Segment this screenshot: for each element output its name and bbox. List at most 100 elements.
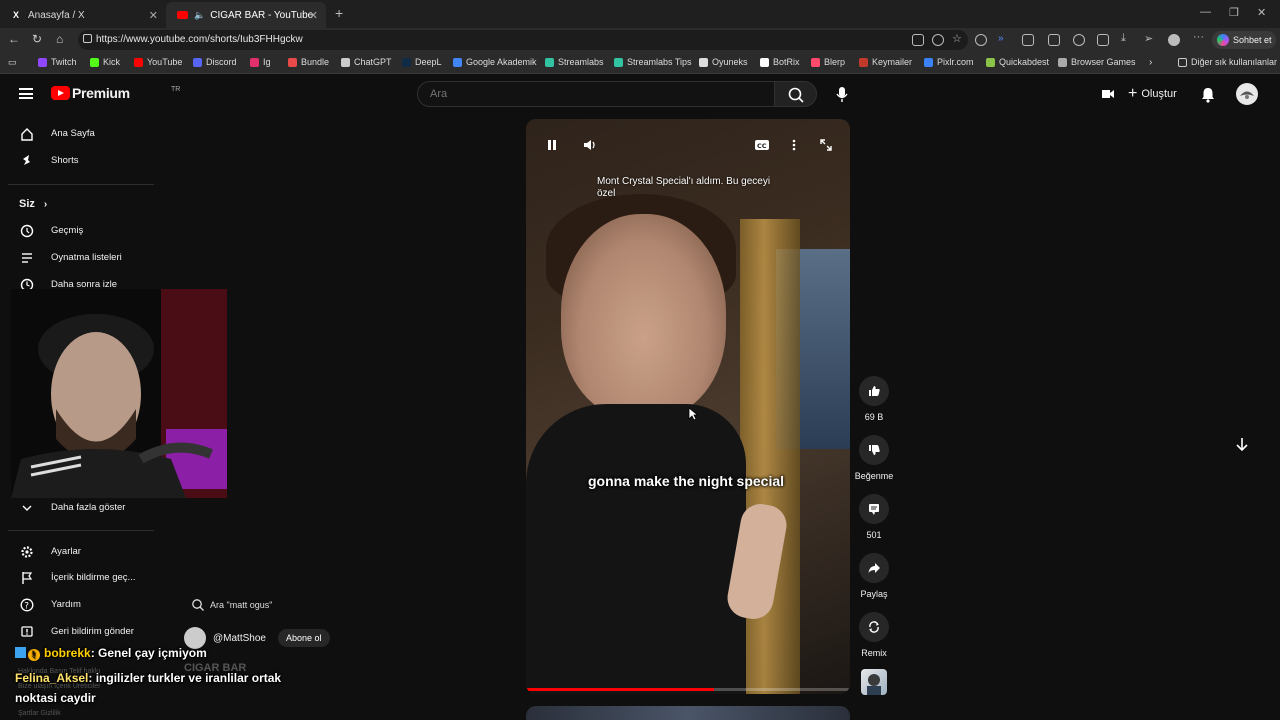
channel-name[interactable]: @MattShoe bbox=[213, 633, 266, 644]
fullscreen-button[interactable] bbox=[816, 135, 836, 155]
favorite-star-icon[interactable]: ☆ bbox=[952, 32, 964, 45]
sidebar-item-playlists[interactable]: Oynatma listeleri bbox=[0, 246, 155, 270]
refresh-icon[interactable]: ↻ bbox=[32, 32, 42, 46]
favorites-icon[interactable] bbox=[1073, 34, 1085, 46]
search-input[interactable] bbox=[430, 88, 750, 100]
sound-channel-thumbnail[interactable] bbox=[861, 669, 887, 695]
sidebar-item-settings[interactable]: Ayarlar bbox=[0, 540, 155, 564]
download-icon[interactable]: ⤓ bbox=[1121, 32, 1133, 44]
other-bookmarks-folder[interactable]: Diğer sık kullanılanlar bbox=[1178, 57, 1277, 67]
app-icon[interactable] bbox=[912, 34, 924, 46]
sidebar-toggle-icon[interactable]: ▭ bbox=[8, 57, 17, 68]
search-suggestion[interactable]: Ara "matt ogus" bbox=[191, 598, 272, 612]
subscribe-button[interactable]: Abone ol bbox=[277, 629, 330, 647]
more-bookmarks-icon[interactable]: › bbox=[1149, 57, 1152, 68]
sidebar-show-more[interactable]: Daha fazla göster bbox=[0, 496, 155, 520]
svg-text:?: ? bbox=[24, 602, 29, 612]
create-button[interactable]: + Oluştur bbox=[1128, 84, 1177, 104]
more-options-button[interactable] bbox=[784, 135, 804, 155]
bookmark-google-akademik[interactable]: Google Akademik bbox=[453, 57, 537, 67]
bookmark-botrix[interactable]: BotRix bbox=[760, 57, 800, 67]
url-text[interactable]: https://www.youtube.com/shorts/Iub3FHHgc… bbox=[96, 34, 303, 45]
notifications-bell-icon[interactable] bbox=[1200, 86, 1216, 103]
profile-icon[interactable] bbox=[1168, 34, 1180, 46]
back-icon[interactable]: ← bbox=[8, 32, 20, 46]
captions-button[interactable]: CC bbox=[752, 135, 772, 155]
bookmark-ig[interactable]: Ig bbox=[250, 57, 271, 67]
bookmark-label: Discord bbox=[206, 57, 237, 67]
remix-button[interactable]: Remix bbox=[854, 612, 894, 658]
extension-icon[interactable]: » bbox=[998, 33, 1010, 45]
sidebar-item-home[interactable]: Ana Sayfa bbox=[0, 122, 155, 146]
shorts-video-player[interactable]: CC Mont Crystal Special'ı aldım. Bu gece… bbox=[526, 119, 850, 694]
tab-x-home[interactable]: X Anasayfa / X ✕ bbox=[0, 2, 166, 28]
sidebar-item-label: Ana Sayfa bbox=[51, 128, 95, 139]
pause-button[interactable] bbox=[542, 135, 562, 155]
next-video-arrow-down-icon[interactable] bbox=[1234, 436, 1250, 452]
sidebar-item-label: Geri bildirim gönder bbox=[51, 626, 134, 637]
bookmark-bundle[interactable]: Bundle bbox=[288, 57, 329, 67]
close-window-icon[interactable]: ✕ bbox=[1257, 6, 1266, 19]
bookmark-youtube[interactable]: YouTube bbox=[134, 57, 182, 67]
sidebar-item-feedback[interactable]: Geri bildirim gönder bbox=[0, 620, 155, 644]
tab-youtube-active[interactable]: 🔈 CIGAR BAR - YouTube ✕ bbox=[166, 2, 326, 28]
tracking-icon[interactable] bbox=[932, 34, 944, 46]
speaker-icon[interactable]: 🔈 bbox=[194, 10, 205, 21]
bookmark-keymailer[interactable]: Keymailer bbox=[859, 57, 912, 67]
new-tab-button[interactable]: + bbox=[335, 5, 343, 21]
youtube-play-logo-icon bbox=[51, 86, 70, 100]
dislike-button[interactable]: Beğenme bbox=[854, 435, 894, 481]
site-info-icon[interactable] bbox=[83, 34, 92, 43]
youtube-premium-logo[interactable]: Premium TR bbox=[51, 85, 180, 101]
divider bbox=[8, 184, 154, 185]
sidebar-item-help[interactable]: ? Yardım bbox=[0, 593, 155, 617]
minimize-icon[interactable]: — bbox=[1200, 6, 1211, 18]
bookmark-discord[interactable]: Discord bbox=[193, 57, 237, 67]
you-section-header[interactable]: Siz › bbox=[19, 198, 47, 210]
bookmark-streamlabs-tips[interactable]: Streamlabs Tips bbox=[614, 57, 692, 67]
bookmark-quickabdest[interactable]: Quickabdest bbox=[986, 57, 1049, 67]
split-screen-icon[interactable] bbox=[1048, 34, 1060, 46]
like-button[interactable]: 69 B bbox=[854, 376, 894, 422]
bookmark-kick[interactable]: Kick bbox=[90, 57, 120, 67]
sidebar-item-history[interactable]: Geçmiş bbox=[0, 219, 155, 243]
search-button[interactable] bbox=[774, 81, 817, 107]
close-tab-icon[interactable]: ✕ bbox=[309, 9, 318, 22]
copilot-chat-button[interactable]: Sohbet et bbox=[1212, 31, 1276, 49]
share-button[interactable]: Paylaş bbox=[854, 553, 894, 599]
search-box[interactable] bbox=[417, 81, 775, 107]
video-progress-bar[interactable] bbox=[526, 688, 850, 691]
bookmark-twitch[interactable]: Twitch bbox=[38, 57, 77, 67]
bookmark-oyuneks[interactable]: Oyuneks bbox=[699, 57, 748, 67]
bookmark-pixlr-com[interactable]: Pixlr.com bbox=[924, 57, 974, 67]
bookmark-chatgpt[interactable]: ChatGPT bbox=[341, 57, 392, 67]
extensions-icon[interactable] bbox=[1022, 34, 1034, 46]
collections-icon[interactable] bbox=[1097, 34, 1109, 46]
bookmark-streamlabs[interactable]: Streamlabs bbox=[545, 57, 604, 67]
maximize-icon[interactable]: ❐ bbox=[1229, 6, 1239, 19]
video-camera-icon[interactable] bbox=[1100, 87, 1116, 101]
channel-thumbnail-image bbox=[867, 674, 881, 695]
close-tab-icon[interactable]: ✕ bbox=[149, 9, 158, 22]
video-scene bbox=[561, 214, 726, 419]
voice-search-button[interactable] bbox=[830, 82, 854, 106]
account-avatar[interactable] bbox=[1236, 83, 1258, 105]
bookmark-label: Streamlabs bbox=[558, 57, 604, 67]
footer-links[interactable]: Şartlar Gizlilik bbox=[18, 710, 61, 717]
bookmark-blerp[interactable]: Blerp bbox=[811, 57, 845, 67]
url-bar[interactable]: https://www.youtube.com/shorts/Iub3FHHgc… bbox=[78, 30, 968, 50]
home-icon[interactable]: ⌂ bbox=[56, 32, 63, 46]
more-menu-icon[interactable]: ··· bbox=[1193, 31, 1205, 43]
next-short-preview[interactable] bbox=[526, 706, 850, 720]
comments-button[interactable]: 501 bbox=[854, 494, 894, 540]
menu-icon[interactable] bbox=[19, 88, 33, 99]
volume-button[interactable] bbox=[579, 135, 599, 155]
sidebar-item-shorts[interactable]: Shorts bbox=[0, 149, 155, 173]
bookmark-browser-games[interactable]: Browser Games bbox=[1058, 57, 1136, 67]
share-page-icon[interactable]: ➢ bbox=[1144, 32, 1156, 45]
extension-icon[interactable] bbox=[975, 34, 987, 46]
history-icon bbox=[20, 224, 34, 238]
bookmark-deepl[interactable]: DeepL bbox=[402, 57, 442, 67]
bookmark-favicon-icon bbox=[859, 57, 868, 67]
sidebar-item-report-history[interactable]: İçerik bildirme geç... bbox=[0, 566, 155, 590]
